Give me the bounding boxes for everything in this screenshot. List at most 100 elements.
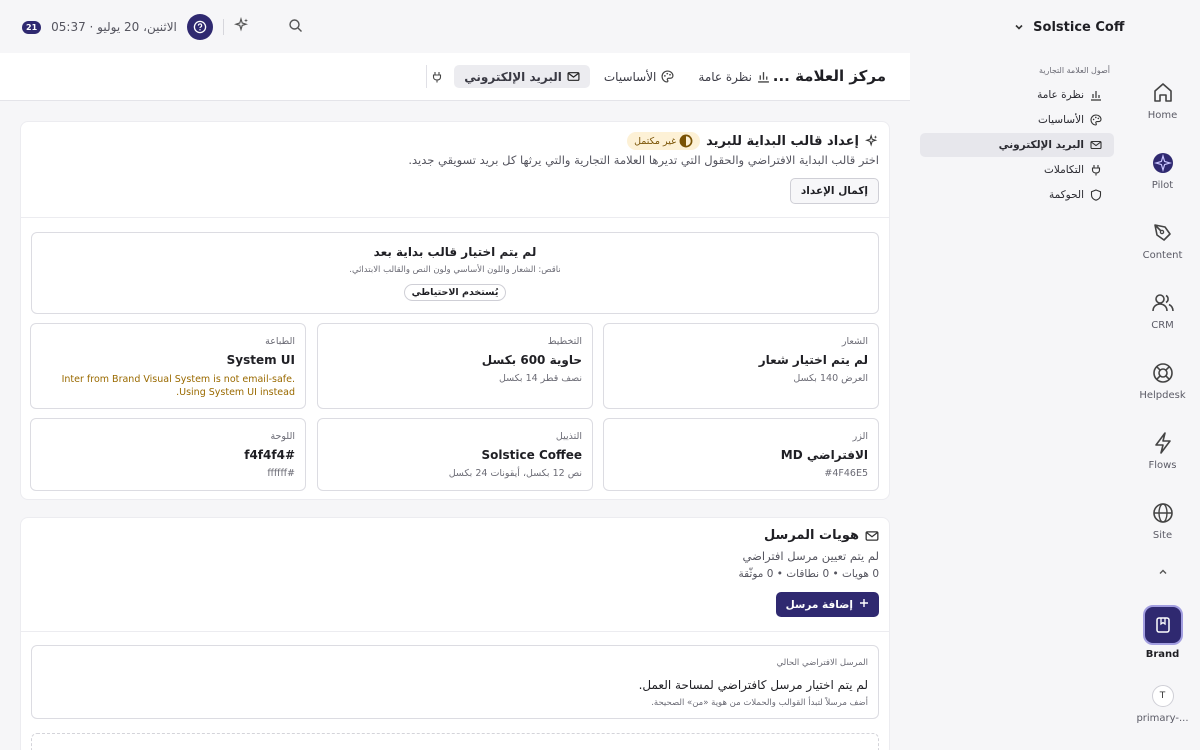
starter-description: اختر قالب البداية الافتراضي والحقول التي… [408, 153, 879, 167]
palette-icon [661, 70, 674, 83]
tab-integrations[interactable] [426, 65, 446, 88]
date-time: 05:37 · الاثنين، 20 يوليو [51, 20, 177, 34]
tile-label: الشعار [841, 336, 868, 347]
sidebar-item-overview[interactable]: نظرة عامة [920, 83, 1114, 107]
tile-sub: العرض 140 بكسل [793, 373, 868, 384]
chart-icon [758, 72, 769, 83]
user-avatar: T [1151, 685, 1174, 707]
tile-typography: الطباعة System UI Inter from Brand Visua… [30, 323, 306, 409]
bookmark-icon [1142, 605, 1183, 645]
add-sender-label: إضافة مرسل [785, 598, 853, 611]
rail-item-brand[interactable]: Brand [1125, 605, 1200, 660]
fallback-pill: يُستخدم الاحتياطي [403, 284, 507, 301]
sidebar-item-governance[interactable]: الحوكمة [920, 183, 1114, 207]
main-panel: مركز العلامة ... نظرة عامة الأساسيات الب… [0, 53, 910, 750]
rail-label: Flows [1148, 460, 1177, 471]
page-title: مركز العلامة ... [772, 67, 886, 85]
current-sender-box: المرسل الافتراضي الحالي لم يتم اختيار مر… [31, 645, 879, 719]
divider [21, 217, 889, 218]
sparkles-icon [865, 134, 878, 147]
plug-icon [1091, 165, 1101, 176]
search-icon[interactable] [288, 18, 303, 37]
sidebar-item-integrations[interactable]: التكاملات [920, 158, 1114, 182]
rail-collapse[interactable] [1125, 566, 1200, 581]
pilot-icon [1150, 150, 1176, 176]
shield-icon [1090, 189, 1102, 201]
empty-title: لم يتم اختيار قالب بداية بعد [373, 245, 537, 259]
mail-icon [1090, 140, 1102, 150]
rail-label: Content [1142, 250, 1183, 261]
help-icon [193, 20, 207, 34]
tile-sub: #4F46E5 [824, 468, 868, 479]
rail-item-flows[interactable]: Flows [1125, 430, 1200, 471]
current-sender-title: لم يتم اختيار مرسل كافتراضي لمساحة العمل… [638, 678, 868, 692]
sidebar-item-email[interactable]: البريد الإلكتروني [920, 133, 1114, 157]
half-circle-icon [679, 134, 693, 148]
rail-item-pilot[interactable]: Pilot [1125, 150, 1200, 191]
brand-assets-nav: أصول العلامة التجارية نظرة عامة الأساسيا… [920, 66, 1114, 208]
add-sender-button[interactable]: إضافة مرسل [775, 592, 879, 617]
sidebar-item-basics[interactable]: الأساسيات [920, 108, 1114, 132]
status-badge: غير مكتمل [627, 132, 701, 150]
divider [21, 631, 889, 632]
sidebar-caption: أصول العلامة التجارية [1039, 66, 1110, 75]
sender-counts: 0 هويات • 0 نطاقات • 0 موثّقة [738, 568, 879, 580]
rail-item-crm[interactable]: CRM [1125, 290, 1200, 331]
sender-identities-card: هويات المرسل لم يتم تعيين مرسل افتراضي 0… [20, 517, 890, 750]
rail-item-home[interactable]: Home [1125, 80, 1200, 121]
complete-setup-button[interactable]: إكمال الإعداد [789, 178, 879, 204]
tile-label: التذييل [555, 431, 582, 442]
palette-icon [1090, 114, 1102, 126]
starter-title-row: إعداد قالب البداية للبريد غير مكتمل [627, 132, 879, 150]
rail-item-site[interactable]: Site [1125, 500, 1200, 541]
rail-label: CRM [1151, 320, 1174, 331]
page-header: مركز العلامة ... نظرة عامة الأساسيات الب… [0, 53, 910, 101]
user-label: primary-... [1136, 713, 1189, 724]
tab-basics[interactable]: الأساسيات [594, 65, 685, 88]
tile-warning: Inter from Brand Visual System is not em… [61, 374, 295, 398]
tile-sub: نصف قطر 14 بكسل [498, 373, 582, 384]
senders-title-row: هويات المرسل [764, 528, 879, 543]
user-menu[interactable]: T primary-... [1125, 685, 1200, 724]
rail-item-helpdesk[interactable]: Helpdesk [1125, 360, 1200, 401]
rail-item-content[interactable]: Content [1125, 220, 1200, 261]
plug-icon [432, 71, 441, 82]
current-sender-label: المرسل الافتراضي الحالي [776, 658, 868, 668]
tile-palette: اللوحة #f4f4f4 #ffffff [30, 418, 306, 491]
tile-value: #f4f4f4 [244, 448, 295, 462]
senders-title: هويات المرسل [763, 528, 859, 543]
app-rail: Home Pilot Content CRM Helpdesk Flows Si… [1125, 0, 1200, 750]
tab-bar: نظرة عامة الأساسيات البريد الإلكتروني [426, 65, 780, 88]
pen-icon [1150, 220, 1176, 246]
tab-email[interactable]: البريد الإلكتروني [454, 65, 590, 88]
rail-label: Site [1152, 530, 1173, 541]
tile-logo: الشعار لم يتم اختيار شعار العرض 140 بكسل [603, 323, 879, 409]
rail-label: Helpdesk [1139, 390, 1186, 401]
tile-label: الطباعة [265, 336, 295, 347]
sidebar-item-label: البريد الإلكتروني [998, 139, 1084, 151]
notification-badge[interactable]: 21 [22, 20, 42, 34]
plus-icon [859, 598, 869, 611]
tile-sub: #ffffff [267, 468, 295, 479]
sidebar-item-label: الحوكمة [1048, 189, 1084, 201]
empty-subtitle: ناقص: الشعار واللون الأساسي ولون النص وا… [349, 265, 561, 275]
sparkles-icon[interactable] [233, 16, 250, 37]
tile-footer: التذييل Solstice Coffee نص 12 بكسل، أيقو… [317, 418, 593, 491]
divider [222, 19, 224, 35]
users-icon [1150, 290, 1176, 316]
rail-label: Pilot [1151, 180, 1174, 191]
lifebuoy-icon [1150, 360, 1176, 386]
tab-label: الأساسيات [603, 69, 657, 84]
topbar-tools: 21 05:37 · الاثنين، 20 يوليو [22, 12, 303, 42]
tile-label: اللوحة [270, 431, 295, 442]
tile-button: الزر الافتراضي MD #4F46E5 [603, 418, 879, 491]
chevron-down-icon [1013, 18, 1025, 37]
sender-drop-area [31, 733, 879, 750]
globe-icon [1150, 500, 1176, 526]
tile-value: System UI [226, 353, 295, 367]
rail-label: Home [1147, 110, 1178, 121]
tile-value: الافتراضي MD [780, 448, 868, 462]
help-button[interactable] [186, 14, 213, 40]
tab-overview[interactable]: نظرة عامة [688, 65, 780, 88]
chevron-up-icon [1157, 569, 1169, 581]
